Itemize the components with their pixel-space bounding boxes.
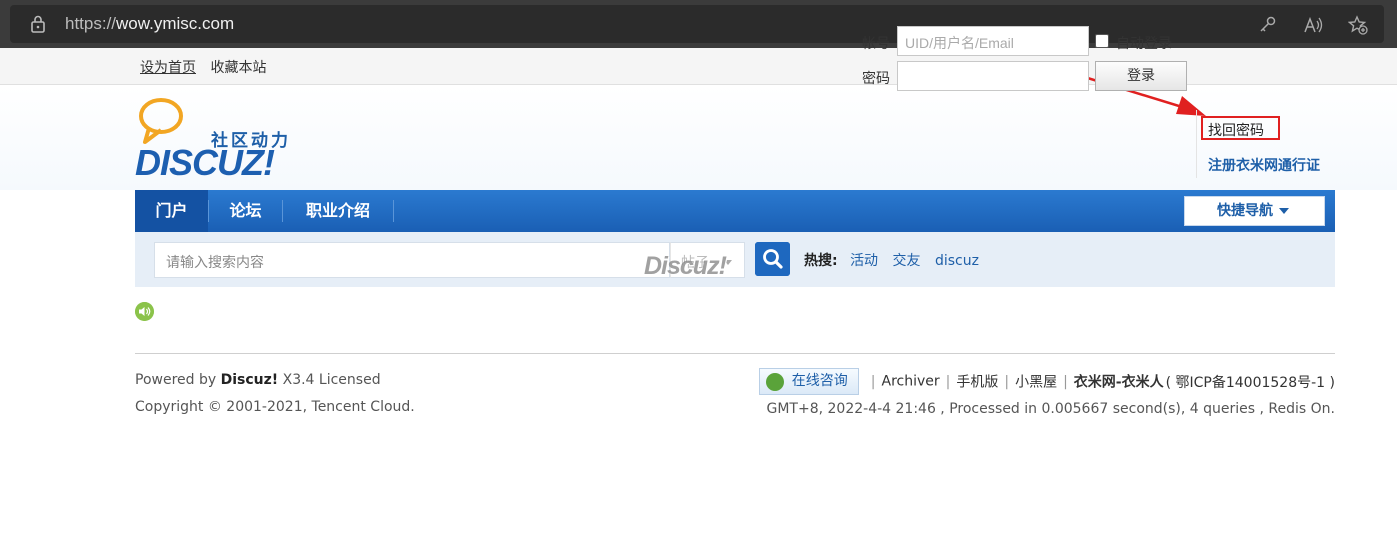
add-favorite-icon[interactable] — [1348, 15, 1368, 35]
powered-prefix: Powered by — [135, 372, 221, 388]
consult-label: 在线咨询 — [791, 373, 848, 389]
key-icon[interactable] — [1258, 15, 1278, 35]
footer-divider — [135, 353, 1335, 354]
bulb-icon — [139, 98, 183, 144]
site-name-link[interactable]: 衣米网-衣米人 — [1074, 375, 1164, 391]
chat-icon — [765, 373, 784, 391]
search-input[interactable]: 请输入搜索内容 — [154, 242, 670, 278]
hot-search-item[interactable]: 活动 — [850, 253, 878, 269]
hot-search-item[interactable]: discuz — [935, 253, 979, 269]
read-aloud-icon[interactable] — [1303, 15, 1323, 35]
address-bar[interactable]: https://wow.ymisc.com — [10, 5, 1384, 43]
url-text[interactable]: https://wow.ymisc.com — [65, 14, 234, 34]
discuz-logo[interactable]: 社区动力 DISCUZ! — [135, 98, 305, 183]
search-button[interactable] — [755, 242, 790, 276]
icp-link[interactable]: ( 鄂ICP备14001528号-1 ) — [1166, 375, 1335, 391]
login-divider — [1196, 110, 1197, 178]
bookmark-link[interactable]: 收藏本站 — [210, 60, 266, 76]
account-input[interactable]: UID/用户名/Email — [897, 26, 1089, 56]
online-consult-button[interactable]: 在线咨询 — [758, 368, 859, 395]
find-password-link[interactable]: 找回密码 — [1201, 116, 1280, 140]
server-stats: GMT+8, 2022-4-4 21:46 , Processed in 0.0… — [766, 401, 1336, 417]
archiver-link[interactable]: Archiver — [882, 374, 940, 390]
logo-wordmark: DISCUZ! — [135, 142, 275, 183]
nav-item-forum[interactable]: 论坛 — [209, 190, 282, 232]
nav-separator — [393, 200, 394, 222]
quick-nav-label: 快捷导航 — [1217, 203, 1273, 219]
auto-login-label[interactable]: 自动登录 — [1116, 33, 1172, 53]
auto-login-checkbox[interactable] — [1095, 34, 1109, 48]
main-nav: 门户 论坛 职业介绍 快捷导航 — [135, 190, 1335, 232]
nav-item-jobs[interactable]: 职业介绍 — [283, 190, 393, 232]
chevron-down-icon — [1279, 208, 1289, 214]
powered-brand-link[interactable]: Discuz! — [221, 372, 279, 388]
quick-nav-button[interactable]: 快捷导航 — [1184, 196, 1325, 226]
password-input[interactable] — [897, 61, 1089, 91]
copyright: Copyright © 2001-2021, Tencent Cloud. — [135, 399, 415, 415]
blackroom-link[interactable]: 小黑屋 — [1015, 375, 1057, 391]
register-link[interactable]: 注册衣米网通行证 — [1208, 155, 1320, 175]
set-home-link[interactable]: 设为首页 — [140, 60, 196, 76]
password-label: 密码 — [862, 71, 890, 87]
hot-search-item[interactable]: 交友 — [893, 253, 921, 269]
hot-search-label: 热搜: — [804, 253, 838, 269]
hot-search: 热搜: 活动 交友 discuz — [804, 250, 989, 270]
footer-links: 在线咨询 | Archiver | 手机版 | 小黑屋 | 衣米网-衣米人( 鄂ICP备1400… — [758, 368, 1335, 396]
login-button[interactable]: 登录 — [1095, 61, 1187, 91]
search-bar: 请输入搜索内容 帖子 热搜: 活动 交友 discuz — [135, 232, 1335, 287]
powered-by: Powered by Discuz! X3.4 Licensed — [135, 372, 381, 388]
lock-icon — [31, 15, 45, 33]
account-label: 帐号 — [862, 36, 890, 52]
discuz-watermark: Discuz! — [644, 252, 727, 280]
powered-suffix: X3.4 Licensed — [278, 372, 381, 388]
mobile-link[interactable]: 手机版 — [956, 375, 998, 391]
nav-item-portal[interactable]: 门户 — [135, 190, 208, 232]
speaker-icon[interactable] — [135, 302, 154, 321]
browser-toolbar: https://wow.ymisc.com — [0, 0, 1397, 48]
